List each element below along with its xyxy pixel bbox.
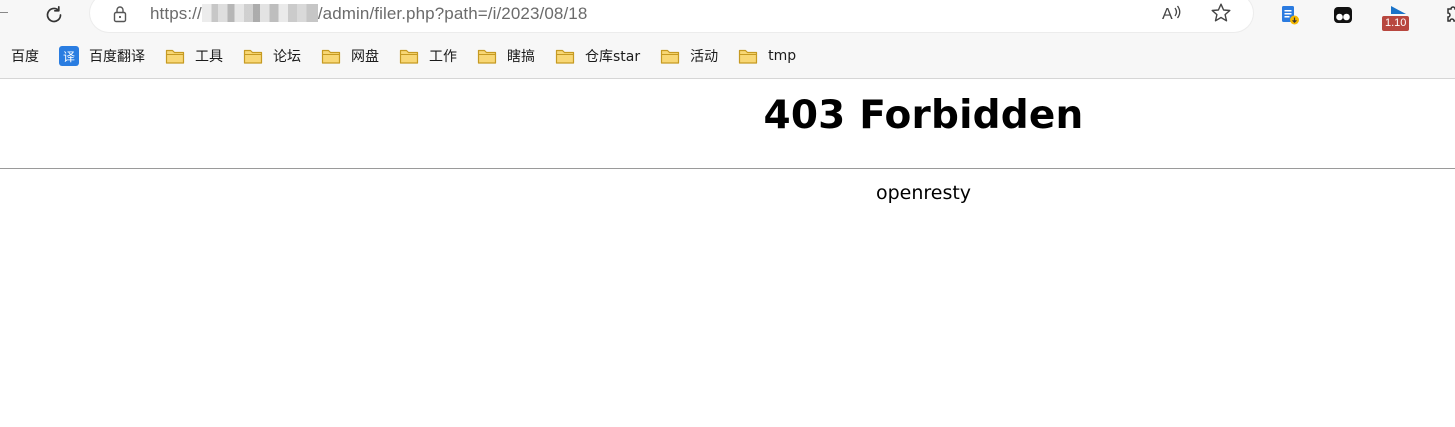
server-name: openresty (875, 182, 972, 204)
bookmark-label: 工作 (429, 49, 457, 65)
extension-doc-download-icon[interactable] (1277, 2, 1303, 28)
bookmark-label: 仓库star (585, 49, 641, 65)
bookmark-folder-misc[interactable]: 瞎搞 (477, 42, 555, 70)
folder-icon (477, 49, 497, 64)
bookmark-folder-repo-star[interactable]: 仓库star (555, 42, 660, 70)
bookmark-label: 百度翻译 (89, 49, 145, 65)
bookmark-label: 工具 (195, 49, 223, 65)
bookmark-folder-forum[interactable]: 论坛 (243, 42, 321, 70)
bookmarks-bar: 百度 译 百度翻译 工具 论坛 网盘 工作 瞎搞 仓库star 活动 tmp (0, 40, 1455, 72)
extension-tampermonkey-icon[interactable] (1330, 2, 1356, 28)
url-redacted-host (201, 4, 318, 22)
translate-icon: 译 (59, 46, 79, 66)
reload-icon (46, 5, 62, 23)
browser-chrome: https:// /admin/filer.php?path=/i/2023/08… (0, 0, 1455, 79)
svg-text:A: A (1162, 6, 1173, 23)
bookmark-label: tmp (768, 48, 797, 64)
back-button-edge[interactable] (0, 12, 8, 13)
bookmark-label: 网盘 (351, 49, 379, 65)
folder-icon (739, 49, 758, 64)
bookmark-folder-work[interactable]: 工作 (399, 42, 477, 70)
page-content: 403 Forbidden openresty (0, 79, 1455, 427)
bookmark-label: 百度 (11, 49, 39, 65)
folder-icon (165, 49, 185, 64)
bookmark-label: 论坛 (273, 49, 301, 65)
bookmark-folder-events[interactable]: 活动 (660, 42, 738, 70)
bookmark-baidu[interactable]: 百度 (11, 42, 59, 70)
favorite-star-icon[interactable] (1209, 1, 1233, 25)
read-aloud-icon[interactable]: A (1160, 1, 1184, 25)
bookmark-folder-netdisk[interactable]: 网盘 (321, 42, 399, 70)
address-bar[interactable]: https:// /admin/filer.php?path=/i/2023/08… (90, 0, 1253, 32)
folder-icon (243, 49, 263, 64)
folder-icon (555, 49, 575, 64)
divider (0, 168, 1455, 169)
bookmark-folder-tmp[interactable]: tmp (738, 42, 816, 70)
url-prefix: https:// (150, 4, 202, 23)
url-path: /admin/filer.php?path=/i/2023/08/18 (317, 4, 588, 23)
url-text[interactable]: https:// /admin/filer.php?path=/i/2023/08… (150, 4, 587, 24)
extensions-puzzle-icon[interactable] (1440, 2, 1455, 28)
bookmark-folder-tools[interactable]: 工具 (165, 42, 243, 70)
bookmark-label: 活动 (690, 49, 719, 65)
folder-icon (399, 49, 419, 64)
page-title: 403 Forbidden (763, 93, 1084, 138)
lock-icon[interactable] (110, 4, 130, 24)
folder-icon (661, 49, 680, 64)
extension-badge: 1.10 (1382, 16, 1410, 31)
browser-toolbar: https:// /admin/filer.php?path=/i/2023/08… (0, 0, 1455, 34)
bookmark-baidu-translate[interactable]: 译 百度翻译 (59, 42, 165, 70)
reload-button[interactable] (40, 2, 68, 28)
folder-icon (321, 49, 341, 64)
bookmark-label: 瞎搞 (507, 49, 535, 65)
